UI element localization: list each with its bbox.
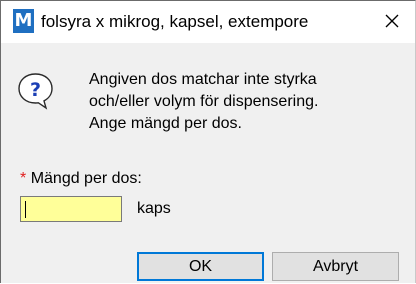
dose-field-label-text: Mängd per dos: xyxy=(30,170,142,187)
message-line: Angiven dos matchar inte styrka xyxy=(89,71,317,88)
close-icon xyxy=(385,14,399,28)
title-bar[interactable]: M folsyra x mikrog, kapsel, extempore xyxy=(1,1,415,43)
dose-field-label: * Mängd per dos: xyxy=(20,170,142,188)
cancel-button[interactable]: Avbryt xyxy=(272,252,399,281)
dose-unit-label: kaps xyxy=(137,200,171,217)
message-line: och/eller volym för dispensering. xyxy=(89,93,319,110)
message-line: Ange mängd per dos. xyxy=(89,115,242,132)
dialog-message: Angiven dos matchar inte styrka och/elle… xyxy=(89,69,318,135)
question-icon: ? xyxy=(18,73,53,110)
dose-amount-input[interactable] xyxy=(20,196,122,222)
ok-button[interactable]: OK xyxy=(137,252,264,281)
required-marker: * xyxy=(20,170,27,187)
text-caret xyxy=(25,201,26,218)
app-icon: M xyxy=(13,9,34,33)
window-title: folsyra x mikrog, kapsel, extempore xyxy=(41,12,309,31)
dialog-window: M folsyra x mikrog, kapsel, extempore ? … xyxy=(0,0,416,283)
dialog-body: ? Angiven dos matchar inte styrka och/el… xyxy=(1,43,415,283)
close-button[interactable] xyxy=(369,1,415,41)
svg-text:?: ? xyxy=(30,79,41,101)
